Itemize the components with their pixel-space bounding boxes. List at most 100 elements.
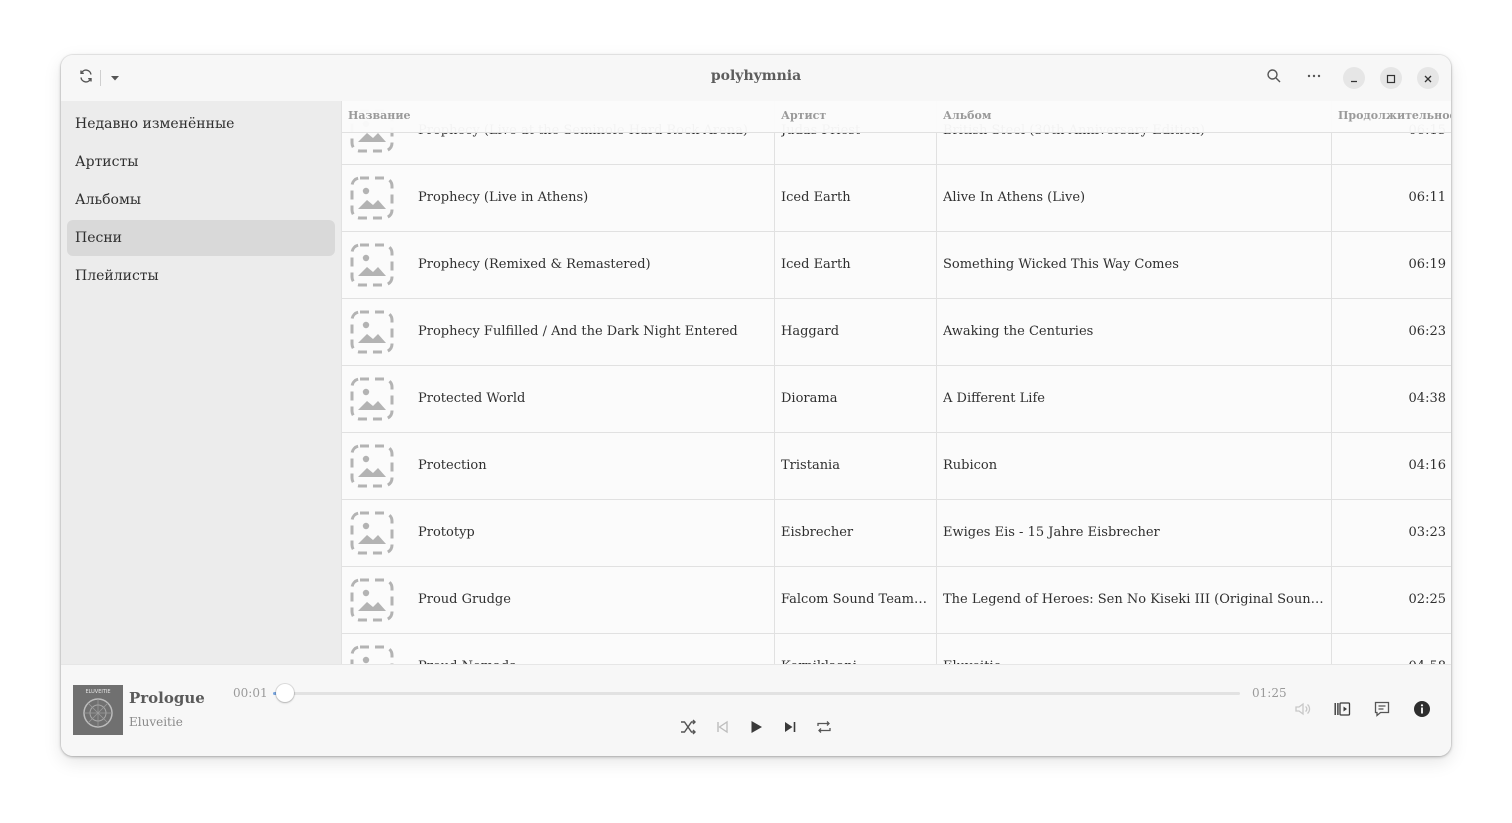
queue-icon [1333, 700, 1351, 722]
sidebar-item-label: Артисты [75, 154, 139, 170]
table-row[interactable]: Prophecy Fulfilled / And the Dark Night … [342, 299, 1451, 366]
song-artist: Falcom Sound Team jdk [781, 592, 931, 607]
album-placeholder-icon [350, 444, 394, 488]
column-header-album[interactable]: Альбом [943, 101, 991, 131]
song-duration: 06:19 [1408, 257, 1446, 272]
sidebar: Недавно изменённые Артисты Альбомы Песни… [61, 101, 341, 664]
column-divider [774, 101, 775, 664]
song-album: Something Wicked This Way Comes [943, 257, 1179, 272]
column-header-title[interactable]: Название [348, 101, 411, 131]
song-title: Prophecy (Remixed & Remastered) [418, 257, 651, 272]
sidebar-item-recent[interactable]: Недавно изменённые [67, 106, 335, 142]
song-duration: 02:25 [1408, 592, 1446, 607]
album-placeholder-icon [350, 176, 394, 220]
shuffle-button[interactable] [676, 717, 700, 741]
next-icon [782, 719, 798, 739]
close-icon [1423, 69, 1433, 88]
app-window: polyhymnia Недавно изменённые Артисты Ал… [61, 55, 1451, 756]
table-row[interactable]: Protection Tristania Rubicon 04:16 [342, 433, 1451, 500]
header-actions [1261, 65, 1327, 91]
album-cover[interactable]: ELUVEITIE [73, 685, 123, 735]
update-menu-button[interactable] [102, 65, 128, 91]
info-button[interactable] [1410, 699, 1434, 723]
seek-bar-handle[interactable] [275, 684, 294, 702]
window-title: polyhymnia [710, 68, 802, 84]
lyrics-button[interactable] [1370, 699, 1394, 723]
sidebar-item-playlists[interactable]: Плейлисты [67, 258, 335, 294]
column-header-artist[interactable]: Артист [781, 101, 826, 131]
song-artist: Haggard [781, 324, 840, 339]
table-row[interactable]: Prophecy (Live in Athens) Iced Earth Alive… [342, 165, 1451, 232]
song-duration: 04:38 [1408, 391, 1446, 406]
next-button[interactable] [778, 717, 802, 741]
previous-icon [714, 719, 730, 739]
song-title: Prophecy (Live in Athens) [418, 190, 589, 205]
album-placeholder-icon [350, 645, 394, 664]
main-menu-button[interactable] [1301, 65, 1327, 91]
queue-button[interactable] [1330, 699, 1354, 723]
sidebar-item-label: Песни [75, 230, 122, 246]
sidebar-item-label: Недавно изменённые [75, 116, 235, 132]
lyrics-icon [1373, 700, 1391, 722]
album-placeholder-icon [350, 377, 394, 421]
song-album: Rubicon [943, 458, 998, 473]
sidebar-item-artists[interactable]: Артисты [67, 144, 335, 180]
table-row[interactable]: Proud Grudge Falcom Sound Team jdk The Leg… [342, 567, 1451, 634]
song-artist: Iced Earth [781, 190, 851, 205]
song-title: Prophecy Fulfilled / And the Dark Night … [418, 324, 738, 339]
player-bar: ELUVEITIE Prologue Eluveitie 00:01 01:25 [61, 664, 1451, 756]
table-row[interactable]: Protected World Diorama A Different Life 04… [342, 366, 1451, 433]
volume-button[interactable] [1290, 699, 1314, 723]
table-row[interactable]: Proud Nomads Korpiklaani Eluveitie04:58 [342, 634, 1451, 664]
song-duration: 06:23 [1408, 324, 1446, 339]
header-bar: polyhymnia [61, 55, 1451, 101]
song-album: Awaking the Centuries [943, 324, 1094, 339]
songs-table: Prophecy (Live at the Seminole Hard Rock… [341, 101, 1451, 664]
maximize-icon [1386, 69, 1396, 88]
minimize-button[interactable] [1343, 67, 1365, 89]
more-icon [1306, 68, 1322, 88]
close-button[interactable] [1417, 67, 1439, 89]
table-row[interactable]: Prophecy (Remixed & Remastered) Iced Eart… [342, 232, 1451, 299]
sidebar-item-albums[interactable]: Альбомы [67, 182, 335, 218]
song-title: Protected World [418, 391, 526, 406]
song-title: Proud Nomads [418, 634, 768, 664]
sidebar-item-label: Альбомы [75, 192, 142, 208]
minimize-icon [1349, 69, 1359, 88]
table-row[interactable]: Prototyp Eisbrecher Ewiges Eis - 15 Jahre … [342, 500, 1451, 567]
album-placeholder-icon [350, 310, 394, 354]
column-header-duration[interactable]: Продолжительность [1338, 101, 1451, 131]
song-artist: Diorama [781, 391, 838, 406]
sidebar-item-songs[interactable]: Песни [67, 220, 335, 256]
elapsed-time: 00:01 [233, 686, 268, 700]
song-album: Alive In Athens (Live) [943, 190, 1086, 205]
seek-bar[interactable] [273, 684, 1240, 702]
play-button[interactable] [744, 717, 768, 741]
song-title: Prototyp [418, 525, 475, 540]
now-playing-artist: Eluveitie [129, 715, 183, 729]
refresh-button[interactable] [73, 65, 99, 91]
shuffle-icon [679, 718, 697, 740]
refresh-icon [78, 68, 94, 88]
dropdown-arrow-icon [109, 69, 121, 88]
song-artist: Korpiklaani [781, 634, 931, 664]
song-album: The Legend of Heroes: Sen No Kiseki III … [943, 592, 1325, 607]
song-artist: Eisbrecher [781, 525, 854, 540]
column-divider [1331, 101, 1332, 664]
song-duration: 03:23 [1408, 525, 1446, 540]
maximize-button[interactable] [1380, 67, 1402, 89]
update-split-button[interactable] [73, 65, 128, 91]
column-divider [936, 101, 937, 664]
sidebar-item-label: Плейлисты [75, 268, 159, 284]
info-icon [1413, 700, 1431, 722]
split-separator [100, 70, 101, 86]
search-button[interactable] [1261, 65, 1287, 91]
repeat-icon [816, 719, 832, 739]
repeat-button[interactable] [812, 717, 836, 741]
svg-text:ELUVEITIE: ELUVEITIE [85, 689, 110, 695]
song-album: Ewiges Eis - 15 Jahre Eisbrecher [943, 525, 1160, 540]
table-header: Название Артист Альбом Продолжительность [342, 101, 1451, 133]
previous-button[interactable] [710, 717, 734, 741]
search-icon [1266, 68, 1282, 88]
song-title: Proud Grudge [418, 592, 511, 607]
